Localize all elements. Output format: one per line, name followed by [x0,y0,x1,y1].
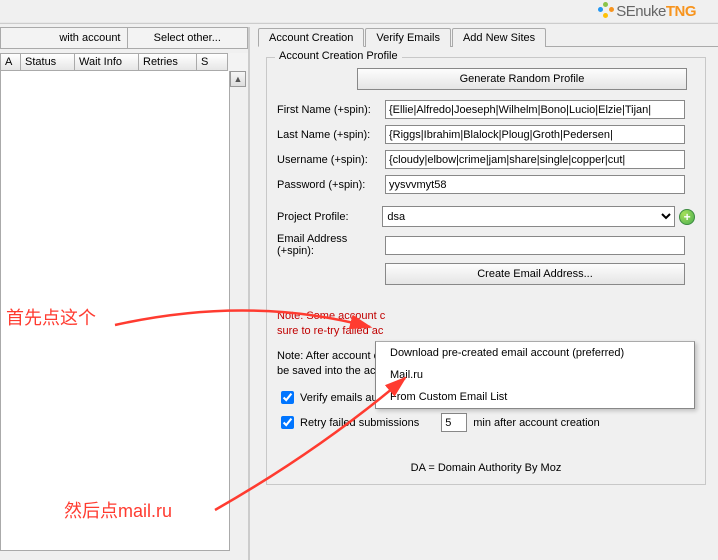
col-s[interactable]: S [196,53,228,71]
list-header: A Status Wait Info Retries S [0,53,248,71]
generate-random-profile-button[interactable]: Generate Random Profile [357,68,687,90]
scroll-up-button[interactable]: ▲ [230,71,246,87]
with-account-button[interactable]: with account [0,27,127,49]
username-label: Username (+spin): [277,154,385,166]
annotation-2: 然后点mail.ru [64,497,172,523]
email-address-label: Email Address(+spin): [277,233,385,257]
retry-failed-checkbox[interactable] [281,416,294,429]
tab-account-creation[interactable]: Account Creation [258,28,364,47]
password-input[interactable] [385,175,685,194]
create-email-address-button[interactable]: Create Email Address... [385,263,685,285]
menu-mailru[interactable]: Mail.ru [376,364,694,386]
verify-emails-checkbox[interactable] [281,391,294,404]
tab-add-new-sites[interactable]: Add New Sites [452,28,546,47]
last-name-label: Last Name (+spin): [277,129,385,141]
username-input[interactable] [385,150,685,169]
group-title: Account Creation Profile [275,50,402,62]
brand-logo: SEnukeTNG [598,2,696,20]
last-name-input[interactable] [385,125,685,144]
note-retry-warning: Note: Some account c sure to re-try fail… [277,309,695,339]
select-other-button[interactable]: Select other... [127,27,249,49]
retry-failed-label: Retry failed submissions [300,417,419,429]
menu-custom-email-list[interactable]: From Custom Email List [376,386,694,408]
create-email-menu: Download pre-created email account (pref… [375,341,695,409]
col-status[interactable]: Status [20,53,74,71]
add-profile-icon[interactable]: + [679,209,695,225]
domain-authority-note: DA = Domain Authority By Moz [277,462,695,474]
project-profile-select[interactable]: dsa [382,206,675,227]
account-creation-group: Account Creation Profile Generate Random… [266,57,706,485]
retry-failed-row: Retry failed submissions min after accou… [277,413,695,432]
col-a[interactable]: A [0,53,20,71]
project-profile-label: Project Profile: [277,211,382,223]
col-retries[interactable]: Retries [138,53,196,71]
annotation-1: 首先点这个 [6,304,96,330]
first-name-input[interactable] [385,100,685,119]
tabs: Account Creation Verify Emails Add New S… [258,27,718,47]
email-address-input[interactable] [385,236,685,255]
tab-verify-emails[interactable]: Verify Emails [365,28,451,47]
first-name-label: First Name (+spin): [277,104,385,116]
menu-download-precreated[interactable]: Download pre-created email account (pref… [376,342,694,364]
password-label: Password (+spin): [277,179,385,191]
right-panel: Account Creation Verify Emails Add New S… [258,27,718,560]
left-panel: with account Select other... A Status Wa… [0,27,248,560]
brand-icon [598,2,614,18]
retry-minutes-input[interactable] [441,413,467,432]
col-wait[interactable]: Wait Info [74,53,138,71]
